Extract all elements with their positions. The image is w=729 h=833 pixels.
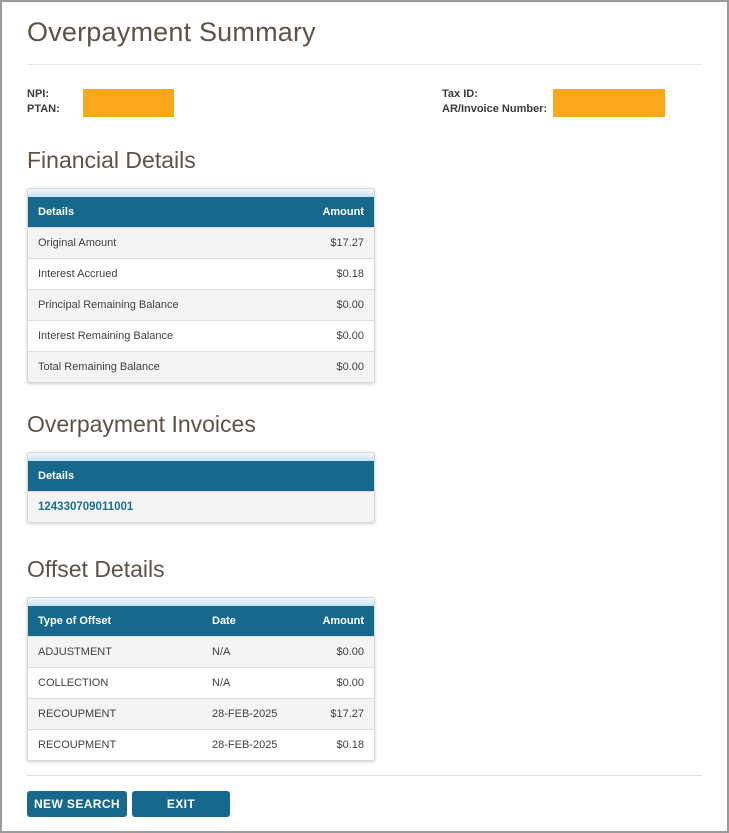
invoices-table-header: Details bbox=[28, 461, 374, 491]
offset-type: COLLECTION bbox=[38, 677, 109, 689]
table-row: Interest Remaining Balance $0.00 bbox=[28, 320, 374, 351]
row-label: Interest Accrued bbox=[38, 268, 118, 280]
table-row: RECOUPMENT 28-FEB-2025 $0.18 bbox=[28, 729, 374, 760]
offset-amount: $0.00 bbox=[336, 677, 364, 689]
table-top-strip bbox=[28, 189, 374, 197]
financial-table-header: Details Amount bbox=[28, 197, 374, 227]
taxid-label: Tax ID: bbox=[442, 88, 478, 100]
offset-details-heading: Offset Details bbox=[27, 556, 165, 582]
npi-ptan-labels: NPI: PTAN: bbox=[27, 87, 60, 117]
footer-divider bbox=[27, 775, 702, 776]
row-label: Total Remaining Balance bbox=[38, 361, 160, 373]
ar-invoice-label: AR/Invoice Number: bbox=[442, 103, 548, 115]
offset-type: ADJUSTMENT bbox=[38, 646, 112, 658]
financial-details-heading: Financial Details bbox=[27, 147, 196, 173]
overpayment-summary-page: Overpayment Summary NPI: PTAN: Tax ID: A… bbox=[0, 0, 729, 833]
invoice-number-link[interactable]: 124330709011001 bbox=[38, 501, 133, 513]
table-row: Original Amount $17.27 bbox=[28, 227, 374, 258]
offset-details-table: Type of Offset Date Amount ADJUSTMENT N/… bbox=[27, 597, 375, 761]
offset-date: 28-FEB-2025 bbox=[212, 708, 278, 720]
table-top-strip bbox=[28, 598, 374, 606]
table-row: Total Remaining Balance $0.00 bbox=[28, 351, 374, 382]
financial-details-table: Details Amount Original Amount $17.27 In… bbox=[27, 188, 375, 383]
row-label: Interest Remaining Balance bbox=[38, 330, 174, 342]
col-header-amount: Amount bbox=[322, 206, 364, 218]
table-row: ADJUSTMENT N/A $0.00 bbox=[28, 636, 374, 667]
table-row: COLLECTION N/A $0.00 bbox=[28, 667, 374, 698]
page-title: Overpayment Summary bbox=[27, 17, 316, 47]
offset-type: RECOUPMENT bbox=[38, 739, 117, 751]
npi-label: NPI: bbox=[27, 88, 49, 100]
table-row: Interest Accrued $0.18 bbox=[28, 258, 374, 289]
row-amount: $0.18 bbox=[336, 268, 364, 280]
taxid-invoice-group: Tax ID: AR/Invoice Number: bbox=[442, 87, 666, 117]
table-row: 124330709011001 bbox=[28, 491, 374, 522]
npi-ptan-redaction-box bbox=[82, 89, 174, 117]
offset-date: N/A bbox=[212, 646, 231, 658]
table-row: Principal Remaining Balance $0.00 bbox=[28, 289, 374, 320]
row-amount: $0.00 bbox=[336, 361, 364, 373]
col-header-amount: Amount bbox=[322, 615, 364, 627]
row-amount: $17.27 bbox=[330, 237, 364, 249]
taxid-invoice-redaction-box bbox=[553, 89, 666, 117]
taxid-invoice-labels: Tax ID: AR/Invoice Number: bbox=[442, 87, 547, 117]
col-header-date: Date bbox=[212, 615, 236, 627]
npi-ptan-group: NPI: PTAN: bbox=[27, 87, 174, 117]
offsets-table-header: Type of Offset Date Amount bbox=[28, 606, 374, 636]
table-top-strip bbox=[28, 453, 374, 461]
overpayment-invoices-table: Details 124330709011001 bbox=[27, 452, 375, 523]
offset-date: 28-FEB-2025 bbox=[212, 739, 278, 751]
col-header-details: Details bbox=[38, 470, 75, 482]
action-buttons-row: NEW SEARCH EXIT bbox=[27, 791, 702, 817]
table-row: RECOUPMENT 28-FEB-2025 $17.27 bbox=[28, 698, 374, 729]
exit-button[interactable]: EXIT bbox=[132, 791, 230, 817]
row-label: Principal Remaining Balance bbox=[38, 299, 179, 311]
row-amount: $0.00 bbox=[336, 299, 364, 311]
offset-amount: $17.27 bbox=[330, 708, 364, 720]
col-header-details: Details bbox=[38, 206, 75, 218]
col-header-type: Type of Offset bbox=[38, 615, 112, 627]
row-amount: $0.00 bbox=[336, 330, 364, 342]
offset-amount: $0.18 bbox=[336, 739, 364, 751]
offset-date: N/A bbox=[212, 677, 231, 689]
title-divider bbox=[27, 64, 702, 65]
offset-amount: $0.00 bbox=[336, 646, 364, 658]
overpayment-invoices-heading: Overpayment Invoices bbox=[27, 411, 256, 437]
provider-info-row: NPI: PTAN: Tax ID: AR/Invoice Number: bbox=[27, 87, 702, 121]
ptan-label: PTAN: bbox=[27, 103, 60, 115]
offset-type: RECOUPMENT bbox=[38, 708, 117, 720]
new-search-button[interactable]: NEW SEARCH bbox=[27, 791, 127, 817]
row-label: Original Amount bbox=[38, 237, 117, 249]
